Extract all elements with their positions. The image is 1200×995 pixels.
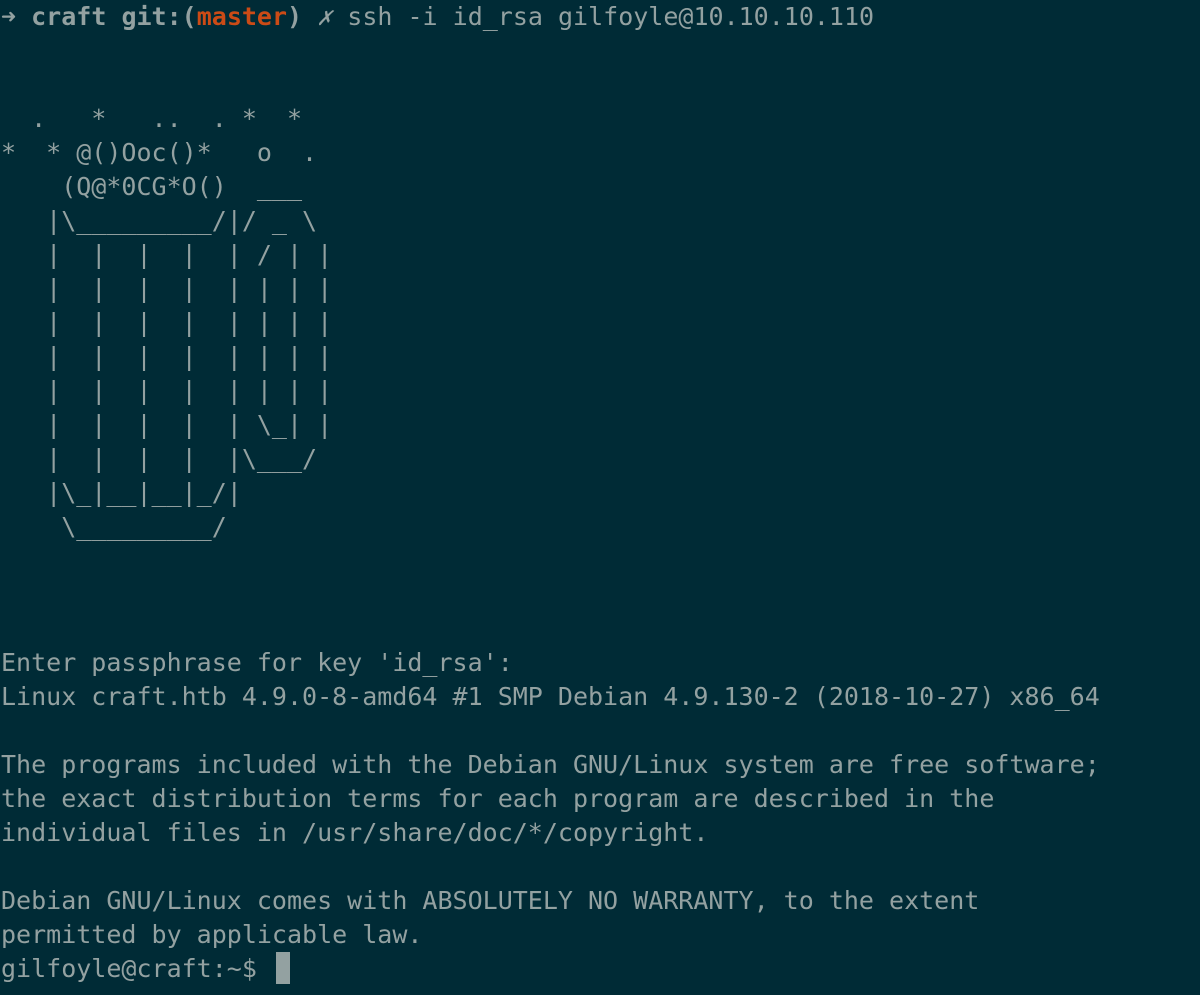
motd-line: The programs included with the Debian GN…: [1, 750, 1100, 779]
prompt-git-branch: master: [196, 2, 288, 31]
git-dirty-icon: ✗: [317, 2, 333, 31]
shell-prompt: gilfoyle@craft:~$: [1, 954, 272, 983]
prompt-arrow-icon: ➜: [1, 2, 17, 31]
shell-input-line[interactable]: gilfoyle@craft:~$: [1, 952, 290, 986]
prompt-git-prefix: git:(: [121, 2, 197, 31]
motd-line: the exact distribution terms for each pr…: [1, 784, 995, 813]
prompt-directory: craft: [31, 2, 107, 31]
warranty-line: Debian GNU/Linux comes with ABSOLUTELY N…: [1, 886, 980, 915]
motd-line: individual files in /usr/share/doc/*/cop…: [1, 818, 709, 847]
warranty-line: permitted by applicable law.: [1, 920, 423, 949]
passphrase-prompt: Enter passphrase for key 'id_rsa':: [1, 648, 513, 677]
prompt-git-suffix: ): [287, 2, 303, 31]
ssh-command: ssh -i id_rsa gilfoyle@10.10.10.110: [347, 2, 875, 31]
terminal-window[interactable]: ➜ craft git:(master) ✗ ssh -i id_rsa gil…: [0, 0, 1200, 995]
banner-ascii-art: . * .. . * * * * @()Ooc()* o . (Q@*0CG*O…: [1, 104, 333, 541]
uname-output: Linux craft.htb 4.9.0-8-amd64 #1 SMP Deb…: [1, 682, 1100, 711]
text-cursor[interactable]: [275, 952, 290, 984]
command-line: ➜ craft git:(master) ✗ ssh -i id_rsa gil…: [1, 0, 874, 34]
